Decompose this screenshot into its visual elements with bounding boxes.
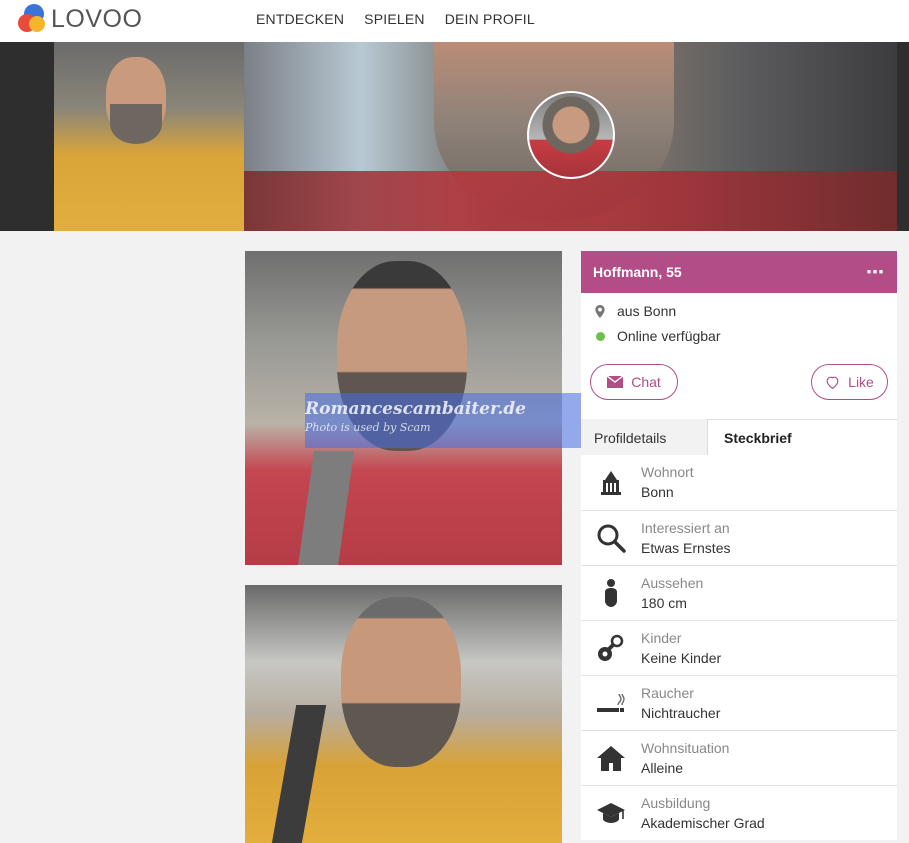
tab-profildetails[interactable]: Profildetails xyxy=(594,419,666,456)
fact-row-aussehen: Aussehen 180 cm xyxy=(581,565,897,620)
main-nav: ENTDECKEN SPIELEN DEIN PROFIL xyxy=(256,11,535,27)
tab-steckbrief[interactable]: Steckbrief xyxy=(707,419,897,456)
fact-label: Wohnsituation xyxy=(641,740,730,756)
fact-label: Ausbildung xyxy=(641,795,711,811)
profile-card-body: aus Bonn Online verfügbar xyxy=(581,293,897,419)
profile-card: Hoffmann, 55 ⋯ aus Bonn Online verfügbar… xyxy=(581,251,897,419)
location-text: aus Bonn xyxy=(617,303,677,319)
status-row: Online verfügbar xyxy=(594,328,721,344)
lovoo-logo[interactable]: LOVOO xyxy=(18,4,142,34)
search-icon xyxy=(595,522,627,554)
fact-value: Etwas Ernstes xyxy=(641,540,731,556)
fact-row-interessiert: Interessiert an Etwas Ernstes xyxy=(581,510,897,565)
fact-row-ausbildung: Ausbildung Akademischer Grad xyxy=(581,785,897,840)
person-icon xyxy=(595,577,627,609)
watermark-title: Romancescambaiter.de xyxy=(305,399,526,419)
fact-row-wohnsituation: Wohnsituation Alleine xyxy=(581,730,897,785)
fact-label: Raucher xyxy=(641,685,694,701)
fact-value: Akademischer Grad xyxy=(641,815,765,831)
status-text: Online verfügbar xyxy=(617,328,721,344)
fact-row-wohnort: Wohnort Bonn xyxy=(581,455,897,510)
top-bar: LOVOO ENTDECKEN SPIELEN DEIN PROFIL xyxy=(0,0,909,42)
more-dots-icon[interactable]: ⋯ xyxy=(866,263,885,281)
fact-value: Nichtraucher xyxy=(641,705,721,721)
cigarette-icon xyxy=(595,687,627,719)
location-pin-icon xyxy=(594,304,606,318)
fact-label: Wohnort xyxy=(641,464,694,480)
fact-value: Alleine xyxy=(641,760,684,776)
logo-mark-icon xyxy=(18,4,48,34)
nav-dein-profil[interactable]: DEIN PROFIL xyxy=(445,11,535,27)
nav-spielen[interactable]: SPIELEN xyxy=(364,11,425,27)
graduation-cap-icon xyxy=(595,797,627,829)
location-row: aus Bonn xyxy=(594,303,676,319)
fact-label: Interessiert an xyxy=(641,520,730,536)
fact-value: 180 cm xyxy=(641,595,687,611)
fact-label: Aussehen xyxy=(641,575,704,591)
nav-entdecken[interactable]: ENTDECKEN xyxy=(256,11,344,27)
pacifier-icon xyxy=(595,632,627,664)
fact-row-kinder: Kinder Keine Kinder xyxy=(581,620,897,675)
profile-name-age: Hoffmann, 55 xyxy=(593,264,682,280)
fact-value: Bonn xyxy=(641,484,674,500)
fact-value: Keine Kinder xyxy=(641,650,722,666)
like-button-label: Like xyxy=(848,374,874,390)
logo-text: LOVOO xyxy=(51,5,143,33)
watermark-subtitle: Photo is used by Scam xyxy=(305,421,431,434)
profile-photo-2[interactable] xyxy=(245,585,562,843)
profile-avatar[interactable] xyxy=(527,91,615,179)
profile-banner xyxy=(0,42,909,231)
online-dot-icon xyxy=(594,331,606,341)
heart-icon xyxy=(826,376,839,389)
chat-button[interactable]: Chat xyxy=(590,364,678,400)
watermark-overlay: Romancescambaiter.de Photo is used by Sc… xyxy=(305,393,604,448)
like-button[interactable]: Like xyxy=(811,364,888,400)
fact-row-raucher: Raucher Nichtraucher xyxy=(581,675,897,730)
landmark-icon xyxy=(595,466,627,498)
house-icon xyxy=(595,742,627,774)
profile-card-header: Hoffmann, 55 ⋯ xyxy=(581,251,897,293)
envelope-icon xyxy=(607,376,624,388)
fact-label: Kinder xyxy=(641,630,682,646)
fact-sheet-list: Wohnort Bonn Interessiert an Etwas Ernst… xyxy=(581,455,897,840)
chat-button-label: Chat xyxy=(631,374,661,390)
banner-photo-left xyxy=(54,42,244,231)
profile-tabs: Profildetails Steckbrief xyxy=(581,419,897,456)
